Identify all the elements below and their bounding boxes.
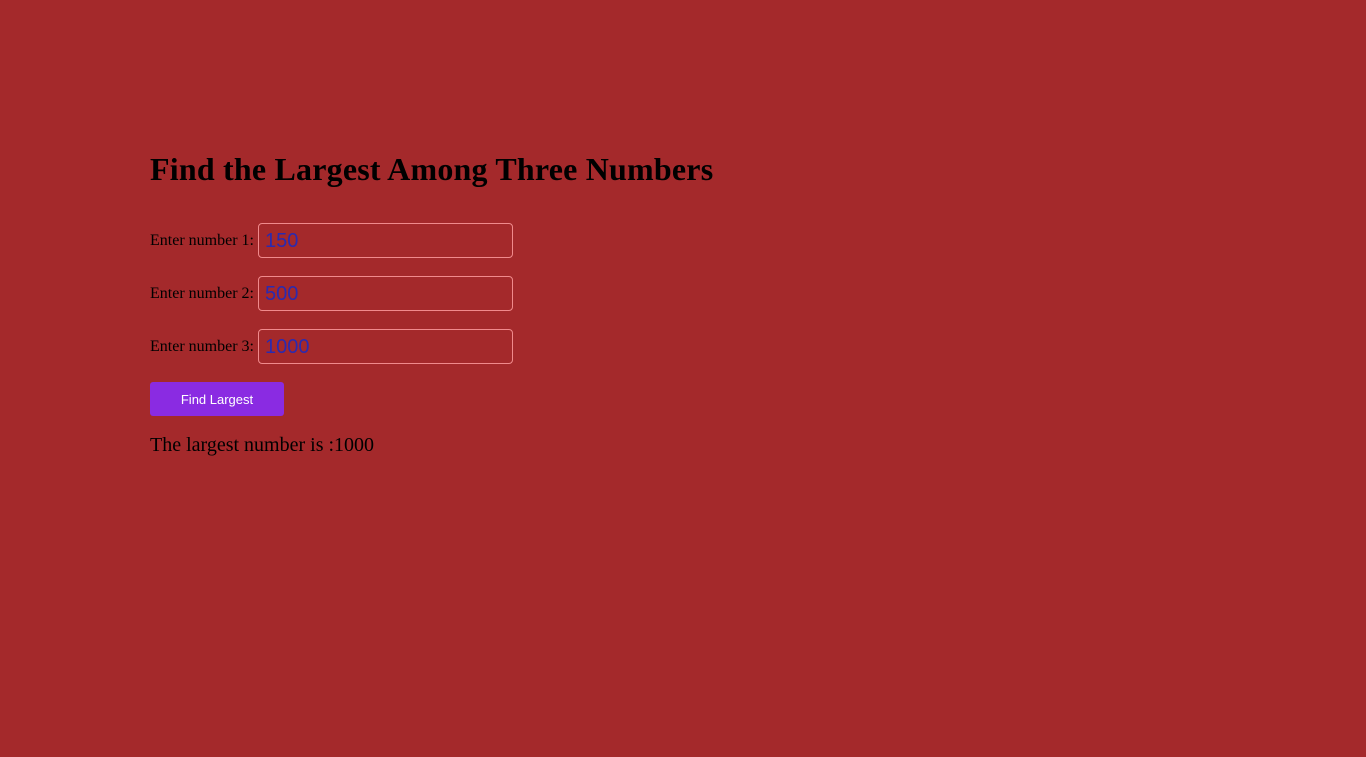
page-title: Find the Largest Among Three Numbers	[150, 151, 714, 187]
number-1-input[interactable]	[257, 223, 513, 258]
number-2-row: Enter number 2:	[150, 276, 513, 311]
number-3-row: Enter number 3:	[150, 329, 513, 364]
number-3-label: Enter number 3:	[150, 338, 254, 355]
find-largest-button[interactable]: Find Largest	[150, 382, 284, 416]
main-container: Find the Largest Among Three Numbers Ent…	[150, 150, 714, 456]
number-2-label: Enter number 2:	[150, 285, 254, 302]
number-3-input[interactable]	[257, 329, 513, 364]
result-text: The largest number is :1000	[150, 434, 375, 456]
number-1-row: Enter number 1:	[150, 223, 513, 258]
number-1-label: Enter number 1:	[150, 232, 254, 249]
number-2-input[interactable]	[257, 276, 513, 311]
